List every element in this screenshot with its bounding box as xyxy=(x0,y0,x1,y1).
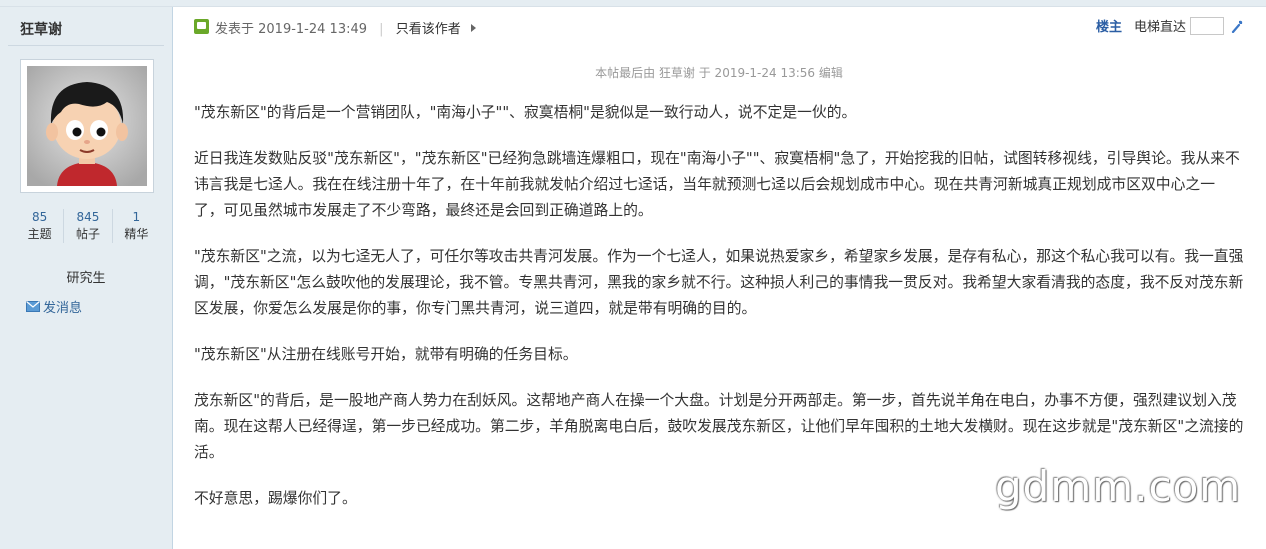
post-paragraph: 近日我连发数贴反驳"茂东新区"，"茂东新区"已经狗急跳墙连爆粗口，现在"南海小子… xyxy=(194,150,1240,219)
post-status-icon xyxy=(194,19,209,34)
stat-label: 精华 xyxy=(124,227,149,241)
post-time: 发表于 2019-1-24 13:49 xyxy=(215,22,368,37)
top-strip xyxy=(0,0,1266,7)
stat-digest[interactable]: 1 精华 xyxy=(111,209,160,243)
stat-posts[interactable]: 845 帖子 xyxy=(63,209,111,243)
avatar[interactable] xyxy=(20,59,154,193)
floor-jump-input[interactable] xyxy=(1190,16,1224,35)
separator: | xyxy=(379,22,384,37)
mail-icon xyxy=(26,301,40,312)
stat-threads[interactable]: 85 主题 xyxy=(16,209,63,243)
post-paragraph: "茂东新区"之流，以为七迳无人了，可任尔等攻击共青河发展。作为一个七迳人，如果说… xyxy=(194,248,1244,317)
divider xyxy=(8,45,164,46)
stat-label: 帖子 xyxy=(75,227,100,241)
only-author-link[interactable]: 只看该作者 xyxy=(396,22,461,37)
go-icon[interactable] xyxy=(1230,19,1244,33)
author-name[interactable]: 狂草谢 xyxy=(20,19,62,39)
edit-note: 本帖最后由 狂草谢 于 2019-1-24 13:56 编辑 xyxy=(595,66,843,80)
author-sidebar: 狂草谢 85 主题 845 帖子 1 精华 研究生 发消息 xyxy=(0,7,173,549)
stat-value: 1 xyxy=(132,210,141,224)
stat-value: 85 xyxy=(32,210,48,224)
send-message-label: 发消息 xyxy=(43,301,83,316)
send-message-link[interactable]: 发消息 xyxy=(26,297,82,316)
author-stats: 85 主题 845 帖子 1 精华 xyxy=(16,209,160,243)
post-meta: 发表于 2019-1-24 13:49 | 只看该作者 xyxy=(215,18,476,37)
post-paragraph: 茂东新区"的背后，是一股地产商人势力在刮妖风。这帮地产商人在操一个大盘。计划是分… xyxy=(194,392,1244,461)
jump-label: 电梯直达 xyxy=(1133,20,1186,35)
user-rank: 研究生 xyxy=(66,271,106,286)
stat-label: 主题 xyxy=(27,227,52,241)
post-tools: 楼主 电梯直达 xyxy=(1096,16,1244,35)
site-watermark: gdmm.com xyxy=(995,462,1242,511)
post-paragraph: "茂东新区"的背后是一个营销团队，"南海小子""、寂寞梧桐"是貌似是一致行动人，… xyxy=(194,104,857,121)
post-header: 发表于 2019-1-24 13:49 | 只看该作者 楼主 电梯直达 xyxy=(194,16,1244,38)
stat-value: 845 xyxy=(76,210,100,224)
arrow-right-icon xyxy=(470,24,476,32)
floor-label[interactable]: 楼主 xyxy=(1096,16,1122,35)
avatar-cartoon-icon xyxy=(27,66,147,186)
post-paragraph: "茂东新区"从注册在线账号开始，就带有明确的任务目标。 xyxy=(194,346,578,363)
